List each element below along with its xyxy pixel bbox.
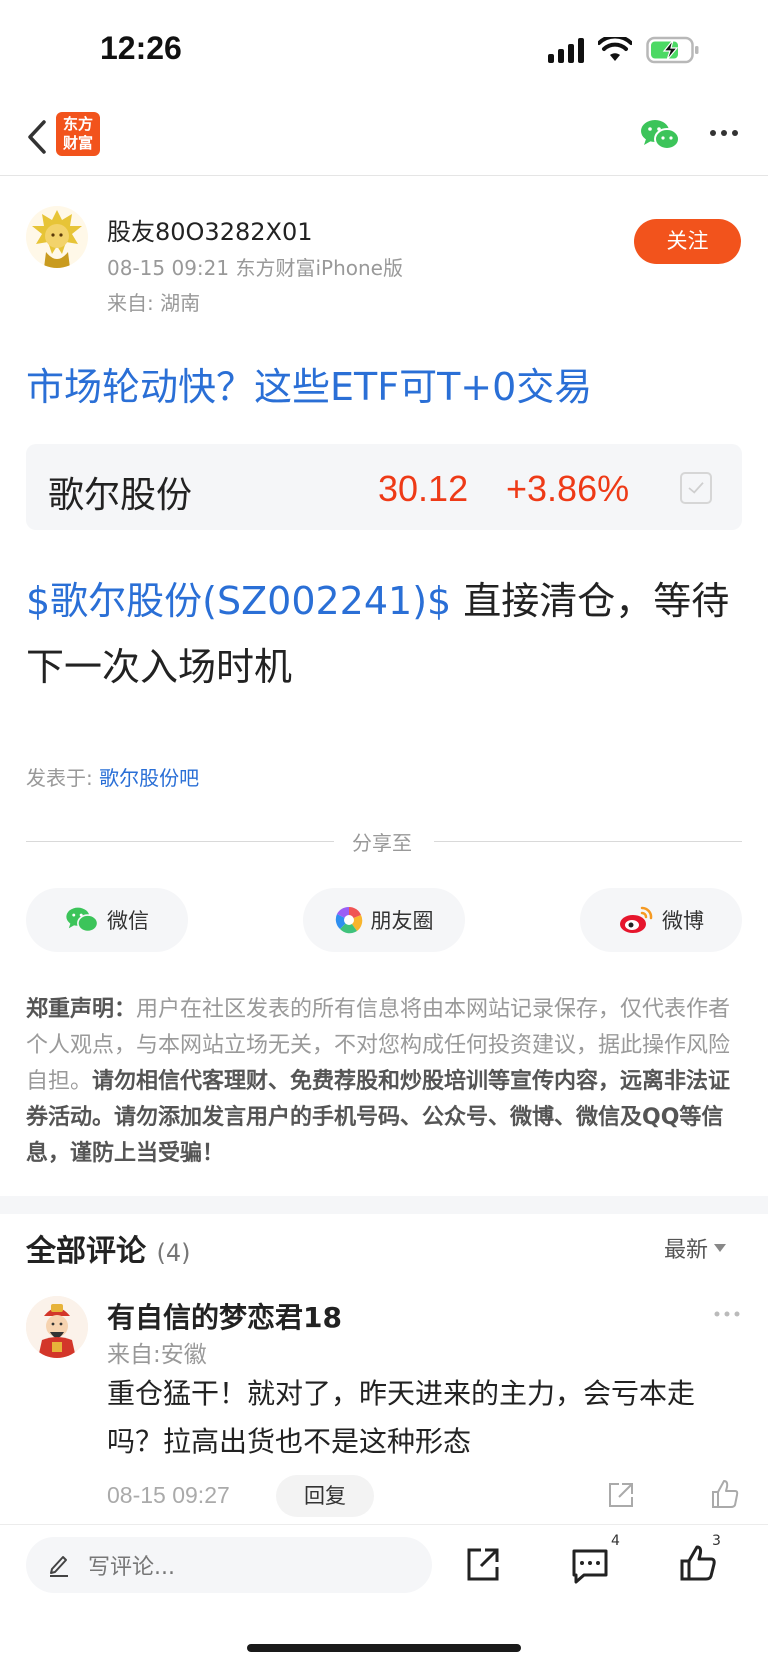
nav-bar: 东方 财富 bbox=[0, 100, 768, 176]
disclaimer: 郑重声明：用户在社区发表的所有信息将由本网站记录保存，仅代表作者个人观点，与本网… bbox=[26, 992, 744, 1172]
pencil-icon bbox=[50, 1556, 68, 1577]
author-avatar[interactable] bbox=[26, 206, 88, 268]
disclaimer-warning: 请勿相信代客理财、免费荐股和炒股培训等宣传内容，远离非法证券活动。请勿添加发言用… bbox=[26, 1069, 731, 1166]
divider bbox=[26, 841, 334, 842]
share-label: 分享至 bbox=[352, 831, 412, 855]
eastmoney-logo: 东方 财富 bbox=[56, 112, 100, 156]
section-divider bbox=[0, 1196, 768, 1214]
forum-link[interactable]: 歌尔股份吧 bbox=[99, 766, 199, 790]
comments-header: 全部评论 (4) bbox=[26, 1226, 190, 1270]
comment-like-icon[interactable] bbox=[710, 1478, 740, 1510]
posted-in: 发表于: 歌尔股份吧 bbox=[26, 762, 199, 791]
share-weibo-label: 微博 bbox=[662, 909, 704, 933]
stock-name: 歌尔股份 bbox=[48, 475, 193, 516]
share-moments-button[interactable]: 朋友圈 bbox=[303, 888, 465, 952]
more-icon[interactable] bbox=[708, 118, 740, 148]
wechat-icon bbox=[66, 907, 99, 933]
comment-input[interactable]: 写评论... bbox=[26, 1537, 432, 1593]
share-wechat-label: 微信 bbox=[107, 909, 149, 933]
stock-card[interactable]: 歌尔股份 30.12 +3.86% bbox=[26, 444, 742, 530]
comment-time: 08-15 09:27 bbox=[107, 1482, 230, 1508]
logo-text-top: 东方 bbox=[62, 115, 93, 133]
comments-title: 全部评论 bbox=[26, 1234, 146, 1269]
caret-down-icon bbox=[714, 1244, 727, 1252]
reply-button[interactable]: 回复 bbox=[276, 1475, 374, 1517]
like-count-badge: 3 bbox=[712, 1533, 721, 1549]
add-watchlist-checkbox-icon[interactable] bbox=[680, 472, 712, 504]
post-title[interactable]: 市场轮动快？这些ETF可T+0交易 bbox=[26, 356, 592, 411]
share-weibo-button[interactable]: 微博 bbox=[580, 888, 742, 952]
share-moments-label: 朋友圈 bbox=[370, 909, 434, 933]
posted-in-label: 发表于: bbox=[26, 766, 93, 790]
stock-tag-link[interactable]: $歌尔股份(SZ002241)$ bbox=[26, 579, 451, 623]
comment-icon[interactable] bbox=[570, 1545, 610, 1585]
comments-count: (4) bbox=[156, 1239, 191, 1267]
back-icon[interactable] bbox=[22, 114, 52, 160]
post-meta: 08-15 09:21 东方财富iPhone版 bbox=[107, 256, 403, 280]
divider bbox=[434, 841, 742, 842]
stock-price: 30.12 bbox=[378, 468, 469, 509]
author-name[interactable]: 股友80O3282X01 bbox=[107, 212, 313, 247]
sort-dropdown[interactable]: 最新 bbox=[664, 1232, 727, 1264]
comment-more-icon[interactable] bbox=[712, 1304, 742, 1324]
wechat-icon[interactable] bbox=[640, 118, 680, 152]
battery-charging-icon bbox=[646, 36, 699, 64]
comment-text: 重仓猛干！就对了，昨天进来的主力，会亏本走吗？拉高出货也不是这种形态 bbox=[107, 1377, 696, 1458]
post-body: $歌尔股份(SZ002241)$ 直接清仓，等待下一次入场时机 bbox=[26, 568, 746, 700]
status-icons bbox=[548, 36, 700, 64]
status-time: 12:26 bbox=[100, 30, 182, 66]
weibo-icon bbox=[620, 906, 653, 933]
follow-button[interactable]: 关注 bbox=[634, 219, 741, 264]
commenter-name[interactable]: 有自信的梦恋君18 bbox=[107, 1296, 342, 1336]
comment-share-icon[interactable] bbox=[606, 1480, 636, 1510]
disclaimer-heading: 郑重声明： bbox=[26, 997, 137, 1022]
commenter-location: 来自:安徽 bbox=[107, 1342, 207, 1368]
bottom-action-bar: 写评论... 4 3 bbox=[0, 1524, 768, 1665]
comment-count-badge: 4 bbox=[611, 1533, 620, 1549]
status-bar: 12:26 bbox=[0, 0, 768, 100]
moments-icon bbox=[335, 906, 362, 934]
like-icon[interactable] bbox=[678, 1543, 718, 1583]
commenter-avatar[interactable] bbox=[26, 1296, 88, 1358]
share-icon[interactable] bbox=[465, 1545, 501, 1583]
logo-text-bottom: 财富 bbox=[62, 134, 93, 152]
share-wechat-button[interactable]: 微信 bbox=[26, 888, 188, 952]
wifi-icon bbox=[598, 37, 632, 61]
author-location: 来自: 湖南 bbox=[107, 291, 201, 315]
sort-label: 最新 bbox=[664, 1238, 709, 1263]
stock-change: +3.86% bbox=[506, 468, 630, 509]
signal-icon bbox=[548, 37, 584, 63]
home-indicator bbox=[247, 1644, 521, 1652]
comment-input-placeholder: 写评论... bbox=[88, 1555, 175, 1580]
